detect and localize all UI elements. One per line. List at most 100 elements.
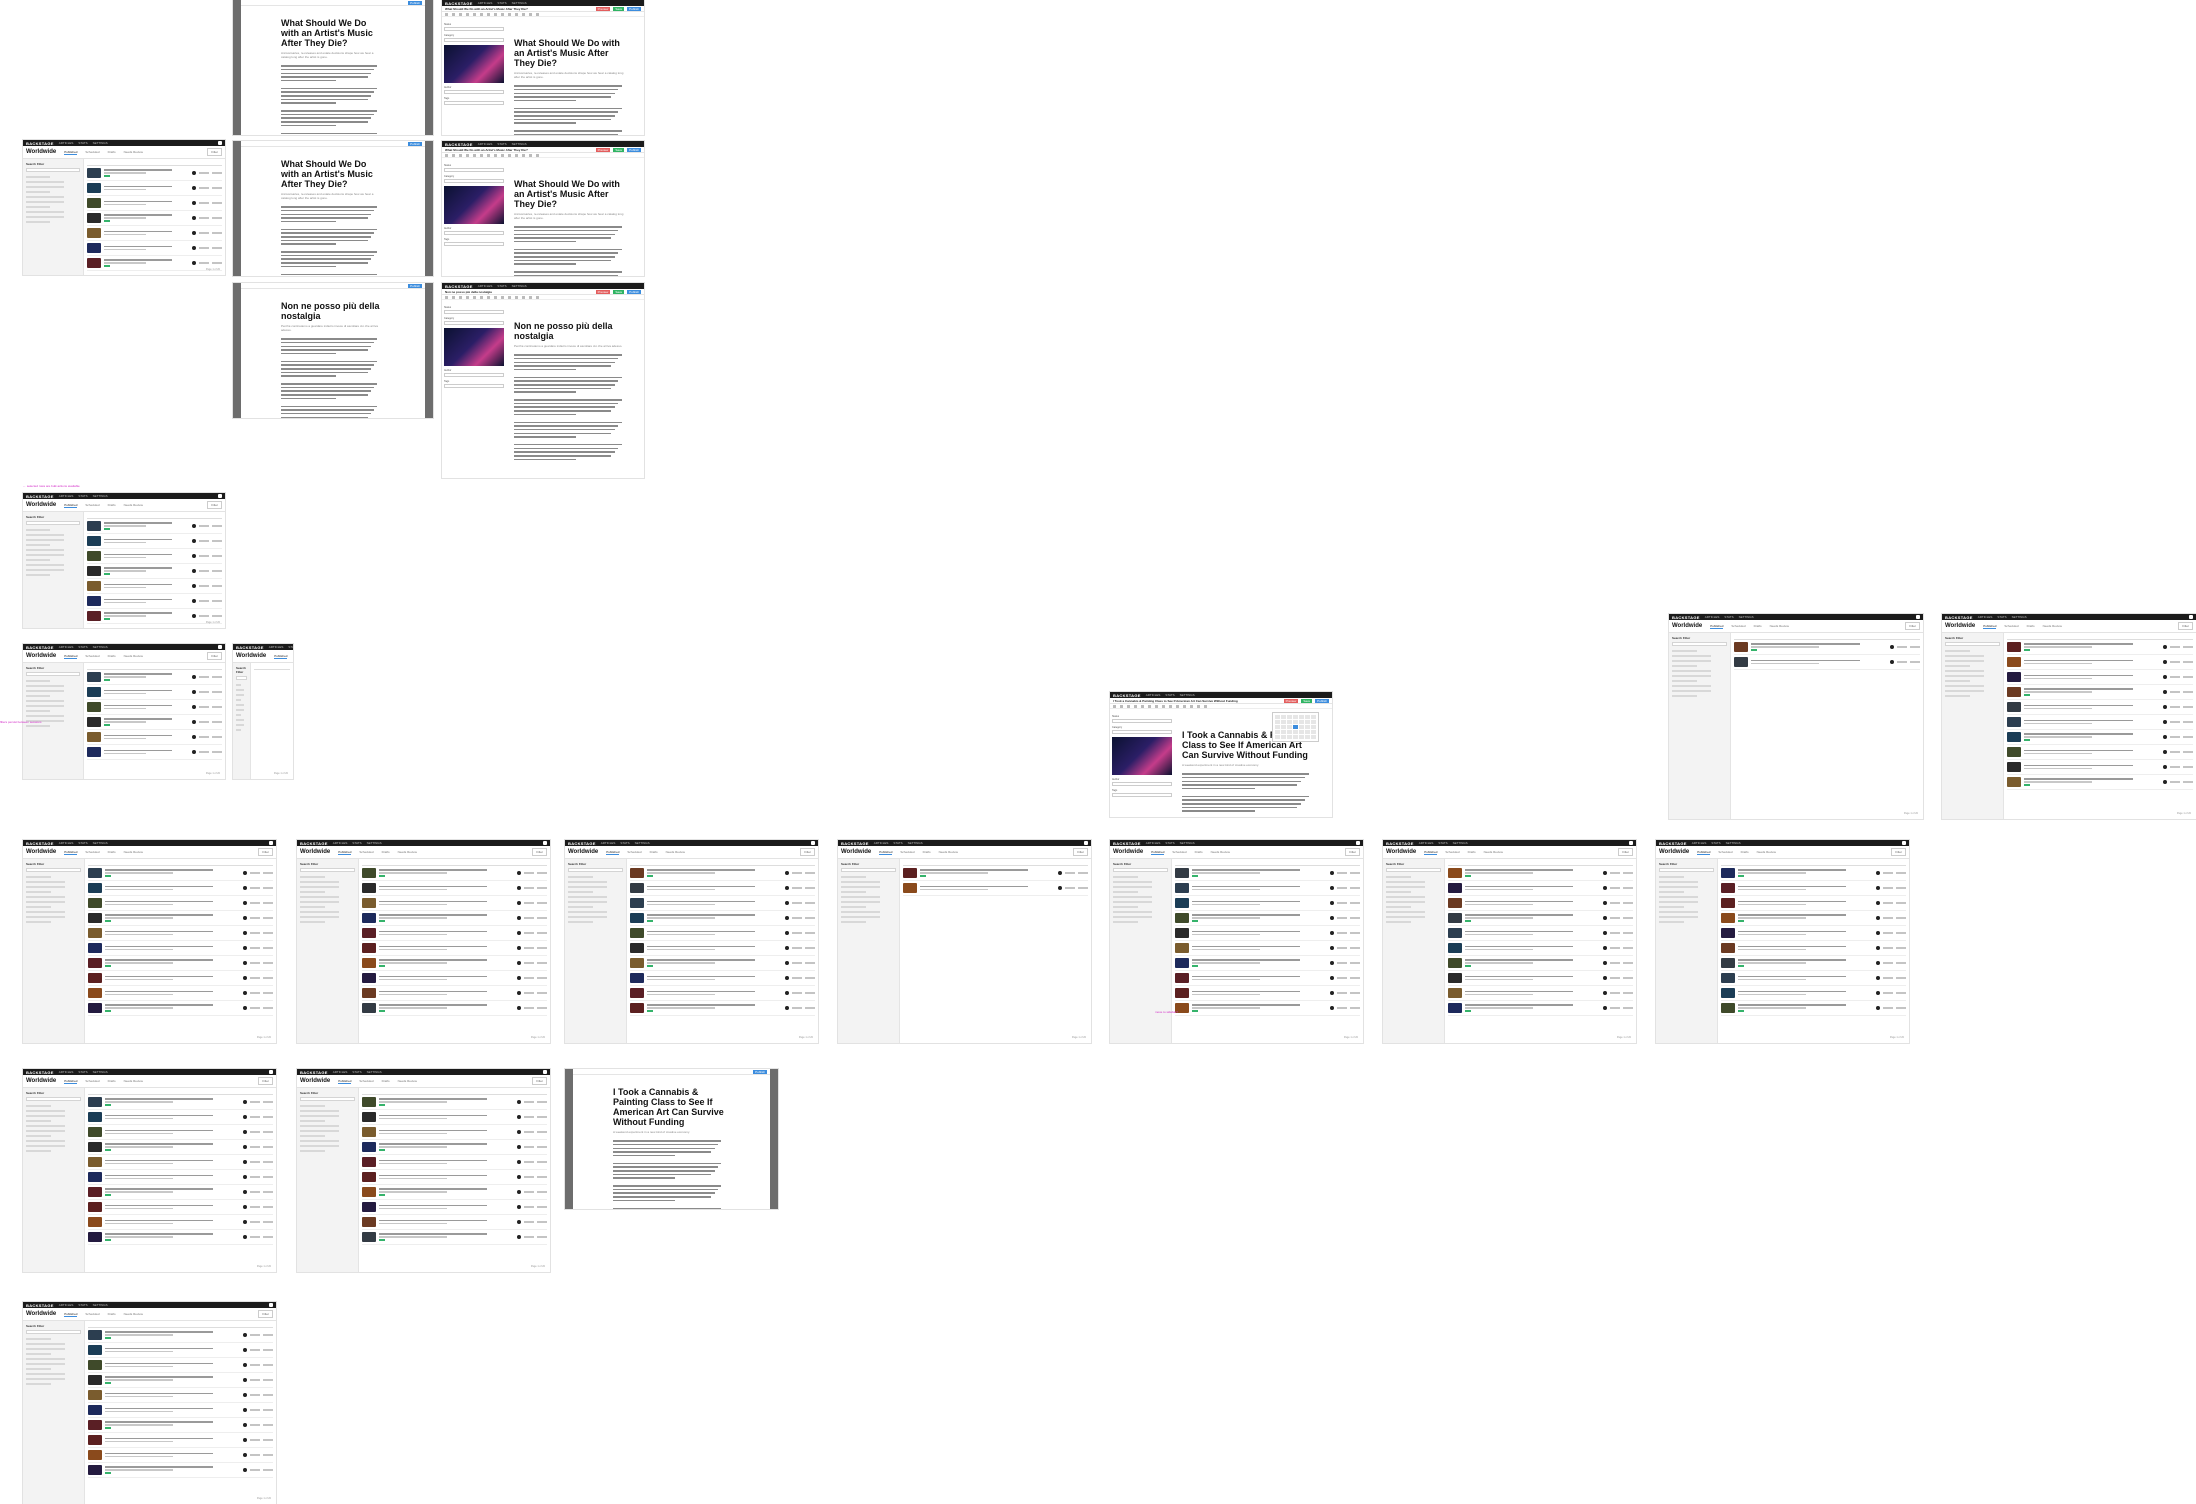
pagination[interactable]: Page 1 of 20 <box>274 772 288 775</box>
publish-button[interactable]: Publish <box>627 147 641 152</box>
nav-item[interactable]: ARTICLES <box>601 841 616 845</box>
table-row[interactable] <box>1175 911 1360 926</box>
table-row[interactable] <box>1448 1001 1633 1016</box>
nav-item[interactable]: ARTICLES <box>874 841 889 845</box>
filter-option[interactable] <box>26 886 65 888</box>
publish-button[interactable]: Publish <box>627 6 641 11</box>
tab-3[interactable]: Needs Review <box>2043 624 2062 628</box>
calendar-day[interactable] <box>1281 730 1286 734</box>
calendar-day[interactable] <box>1311 730 1316 734</box>
format-icon[interactable] <box>522 295 525 299</box>
filter-option[interactable] <box>26 906 51 908</box>
filter-option[interactable] <box>26 564 64 566</box>
nav-item[interactable]: STATS <box>497 284 506 288</box>
nav-item[interactable]: SETTINGS <box>1726 841 1741 845</box>
filter-option[interactable] <box>568 886 607 888</box>
filter-option[interactable] <box>568 901 607 903</box>
filter-button[interactable]: Filter <box>258 1310 273 1318</box>
filter-button[interactable]: Filter <box>258 848 273 856</box>
nav-item[interactable]: ARTICLES <box>333 1070 348 1074</box>
tab-0[interactable]: Published <box>1424 850 1438 855</box>
format-icon[interactable] <box>459 12 462 16</box>
format-icon[interactable] <box>473 153 476 157</box>
filter-option[interactable] <box>236 694 244 696</box>
table-row[interactable] <box>630 896 815 911</box>
nav-item[interactable]: STATS <box>1438 841 1447 845</box>
table-row[interactable] <box>88 1358 273 1373</box>
featured-image[interactable] <box>444 328 504 366</box>
format-icon[interactable] <box>473 12 476 16</box>
nav-item[interactable]: STATS <box>1165 693 1174 697</box>
nav-item[interactable]: STATS <box>893 841 902 845</box>
filter-option[interactable] <box>236 684 241 686</box>
tab-2[interactable]: Drafts <box>2027 624 2035 628</box>
tab-2[interactable]: Drafts <box>923 850 931 854</box>
filter-option[interactable] <box>1945 655 1984 657</box>
pagination[interactable]: Page 1 of 20 <box>257 1265 271 1268</box>
table-row[interactable] <box>88 1170 273 1185</box>
calendar-day[interactable] <box>1305 715 1310 719</box>
filter-option[interactable] <box>1113 886 1152 888</box>
filter-option[interactable] <box>26 896 65 898</box>
filter-option[interactable] <box>26 725 51 727</box>
filter-option[interactable] <box>1386 891 1411 893</box>
table-row[interactable] <box>88 1140 273 1155</box>
format-icon[interactable] <box>1141 704 1144 708</box>
format-icon[interactable] <box>522 153 525 157</box>
nav-item[interactable]: ARTICLES <box>59 841 74 845</box>
filter-option[interactable] <box>26 1343 65 1345</box>
nav-item[interactable]: STATS <box>1724 615 1733 619</box>
tab-3[interactable]: Needs Review <box>124 654 143 658</box>
filter-option[interactable] <box>26 196 64 198</box>
table-row[interactable] <box>86 730 222 745</box>
filter-option[interactable] <box>1386 911 1425 913</box>
filter-option[interactable] <box>568 896 607 898</box>
article-title[interactable]: What Should We Do with an Artist's Music… <box>281 18 381 48</box>
table-row[interactable] <box>1448 956 1633 971</box>
table-row[interactable] <box>2007 745 2193 760</box>
search-input[interactable] <box>1113 868 1168 872</box>
format-icon[interactable] <box>459 295 462 299</box>
filter-option[interactable] <box>1945 660 1984 662</box>
pagination[interactable]: Page 1 of 20 <box>799 1036 813 1039</box>
filter-option[interactable] <box>1659 896 1698 898</box>
filter-option[interactable] <box>26 1373 65 1375</box>
filter-option[interactable] <box>26 1140 65 1142</box>
filter-option[interactable] <box>1945 670 1984 672</box>
format-icon[interactable] <box>1204 704 1207 708</box>
table-row[interactable] <box>362 911 547 926</box>
filter-option[interactable] <box>1672 680 1697 682</box>
search-input[interactable] <box>26 1330 81 1334</box>
tab-1[interactable]: Scheduled <box>627 850 641 854</box>
filter-button[interactable]: Filter <box>1618 848 1633 856</box>
user-icon[interactable] <box>269 1070 273 1074</box>
article-subtitle[interactable]: Anniversaries, re-releases and estate de… <box>514 212 626 220</box>
table-row[interactable] <box>88 1230 273 1245</box>
format-icon[interactable] <box>487 12 490 16</box>
filter-option[interactable] <box>1659 906 1684 908</box>
table-row[interactable] <box>86 196 222 211</box>
filter-option[interactable] <box>26 690 64 692</box>
table-row[interactable] <box>88 1388 273 1403</box>
tab-3[interactable]: Needs Review <box>1484 850 1503 854</box>
filter-option[interactable] <box>1659 901 1698 903</box>
filter-option[interactable] <box>300 1135 325 1137</box>
featured-image[interactable] <box>1112 737 1172 775</box>
user-icon[interactable] <box>218 494 222 498</box>
search-input[interactable] <box>26 1097 81 1101</box>
calendar-day[interactable] <box>1293 720 1298 724</box>
brand-logo[interactable]: BACKSTAGE <box>26 494 54 499</box>
table-row[interactable] <box>88 941 273 956</box>
nav-item[interactable]: ARTICLES <box>333 841 348 845</box>
table-row[interactable] <box>86 211 222 226</box>
table-row[interactable] <box>1175 971 1360 986</box>
filter-option[interactable] <box>26 216 64 218</box>
table-row[interactable] <box>88 1125 273 1140</box>
format-icon[interactable] <box>536 153 539 157</box>
nav-item[interactable]: STATS <box>78 841 87 845</box>
format-icon[interactable] <box>494 12 497 16</box>
filter-option[interactable] <box>300 906 325 908</box>
field-select[interactable] <box>444 27 504 31</box>
filter-option[interactable] <box>568 911 607 913</box>
brand-logo[interactable]: BACKSTAGE <box>300 841 328 846</box>
